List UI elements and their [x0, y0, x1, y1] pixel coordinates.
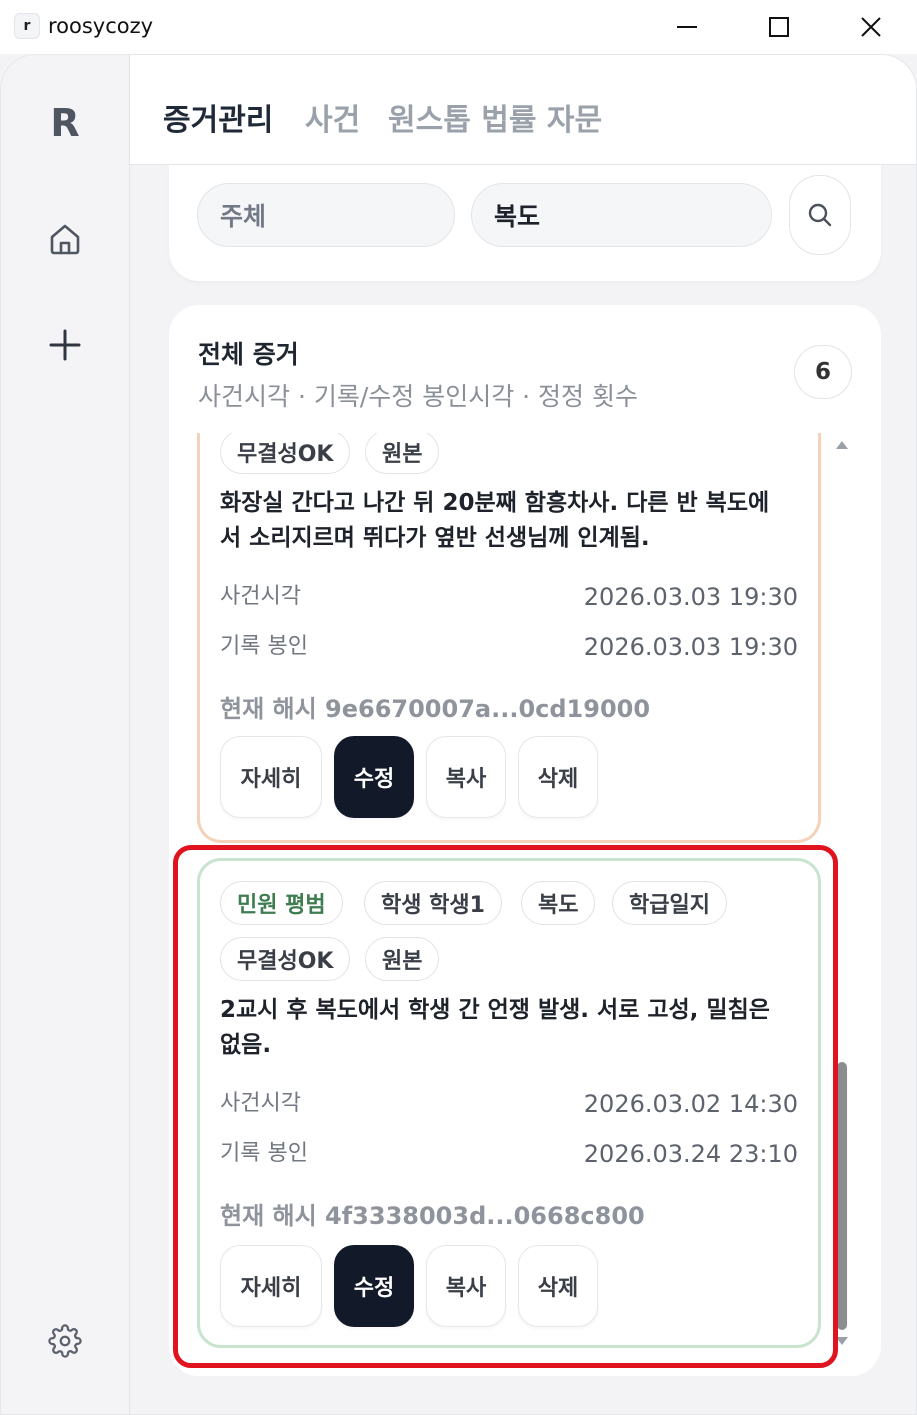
- window-title: roosycozy: [48, 14, 154, 38]
- evidence-card: 무결성OK 원본 화장실 간다고 나간 뒤 20분째 함흥차사. 다른 반 복도…: [197, 433, 821, 843]
- evidence-list[interactable]: 무결성OK 원본 화장실 간다고 나간 뒤 20분째 함흥차사. 다른 반 복도…: [169, 433, 881, 1348]
- maximize-icon: [769, 17, 789, 37]
- event-time-value: 2026.03.03 19:30: [583, 583, 798, 611]
- edit-button[interactable]: 수정: [334, 736, 414, 818]
- current-hash: 현재 해시 9e6670007a...0cd19000: [220, 695, 651, 723]
- tab-legal-advice[interactable]: 원스톱 법률 자문: [388, 95, 602, 139]
- search-icon: [808, 203, 832, 227]
- scroll-down-arrow[interactable]: [836, 1337, 848, 1345]
- app-icon: r: [14, 13, 40, 39]
- app-logo: R: [50, 101, 80, 145]
- sidebar-home-button[interactable]: [41, 215, 89, 263]
- minimize-icon: [677, 26, 697, 28]
- main-content: 증거관리 사건 원스톱 법률 자문 주체 복도 전체 증거 사건시각 · 기록/…: [130, 55, 916, 1414]
- delete-button[interactable]: 삭제: [518, 736, 598, 818]
- seal-time-label: 기록 봉인: [220, 1141, 308, 1166]
- tab-cases[interactable]: 사건: [305, 95, 360, 139]
- close-button[interactable]: [840, 0, 902, 54]
- plus-icon: [49, 329, 81, 361]
- original-chip: 원본: [365, 433, 440, 474]
- minimize-button[interactable]: [656, 0, 718, 54]
- app-window: R 증거관리 사건 원스톱 법률 자문 주체 복도 전체 증거 사건시각 · 기…: [0, 54, 917, 1415]
- seal-time-label: 기록 봉인: [220, 634, 308, 659]
- scrollbar-thumb[interactable]: [837, 1062, 847, 1330]
- subject-filter-input[interactable]: 주체: [197, 183, 455, 247]
- sidebar-settings-button[interactable]: [41, 1317, 89, 1365]
- integrity-chip: 무결성OK: [220, 937, 351, 981]
- detail-button[interactable]: 자세히: [220, 736, 322, 818]
- evidence-count-badge: 6: [794, 345, 852, 399]
- search-button[interactable]: [789, 175, 851, 255]
- search-card: 주체 복도: [169, 165, 881, 281]
- sidebar: R: [1, 55, 130, 1414]
- student-chip: 학생 학생1: [364, 881, 502, 925]
- event-time-value: 2026.03.02 14:30: [583, 1090, 798, 1118]
- home-icon: [50, 224, 80, 255]
- tab-evidence[interactable]: 증거관리: [163, 95, 273, 139]
- copy-button[interactable]: 복사: [426, 1245, 506, 1327]
- complaint-chip: 민원 평범: [220, 881, 343, 925]
- event-time-label: 사건시각: [220, 1091, 301, 1116]
- copy-button[interactable]: 복사: [426, 736, 506, 818]
- seal-time-value: 2026.03.03 19:30: [583, 633, 798, 661]
- close-icon: [861, 17, 881, 37]
- event-time-label: 사건시각: [220, 584, 301, 609]
- maximize-button[interactable]: [748, 0, 810, 54]
- evidence-text: 2교시 후 복도에서 학생 간 언쟁 발생. 서로 고성, 밀침은 없음.: [220, 997, 770, 1058]
- scroll-up-arrow[interactable]: [836, 441, 848, 449]
- detail-button[interactable]: 자세히: [220, 1245, 322, 1327]
- original-chip: 원본: [365, 937, 440, 981]
- delete-button[interactable]: 삭제: [518, 1245, 598, 1327]
- evidence-text: 화장실 간다고 나간 뒤 20분째 함흥차사. 다른 반 복도에서 소리지르며 …: [220, 490, 770, 551]
- evidence-panel: 전체 증거 사건시각 · 기록/수정 봉인시각 · 정정 횟수 6 무결성OK …: [169, 305, 881, 1376]
- panel-title: 전체 증거: [198, 340, 299, 369]
- seal-time-value: 2026.03.24 23:10: [583, 1140, 798, 1168]
- evidence-card: 민원 평범 학생 학생1 복도 학급일지 무결성OK 원본 2교시 후 복도에서…: [197, 858, 821, 1348]
- location-filter-input[interactable]: 복도: [471, 183, 772, 247]
- source-chip: 학급일지: [612, 881, 727, 925]
- location-chip: 복도: [521, 881, 596, 925]
- gear-icon: [48, 1324, 82, 1358]
- title-bar: r roosycozy: [0, 0, 917, 54]
- sidebar-add-button[interactable]: [41, 321, 89, 369]
- integrity-chip: 무결성OK: [220, 433, 351, 474]
- current-hash: 현재 해시 4f3338003d...0668c800: [220, 1202, 645, 1230]
- panel-subtitle: 사건시각 · 기록/수정 봉인시각 · 정정 횟수: [198, 382, 638, 411]
- edit-button[interactable]: 수정: [334, 1245, 414, 1327]
- top-tabs: 증거관리 사건 원스톱 법률 자문: [130, 55, 916, 165]
